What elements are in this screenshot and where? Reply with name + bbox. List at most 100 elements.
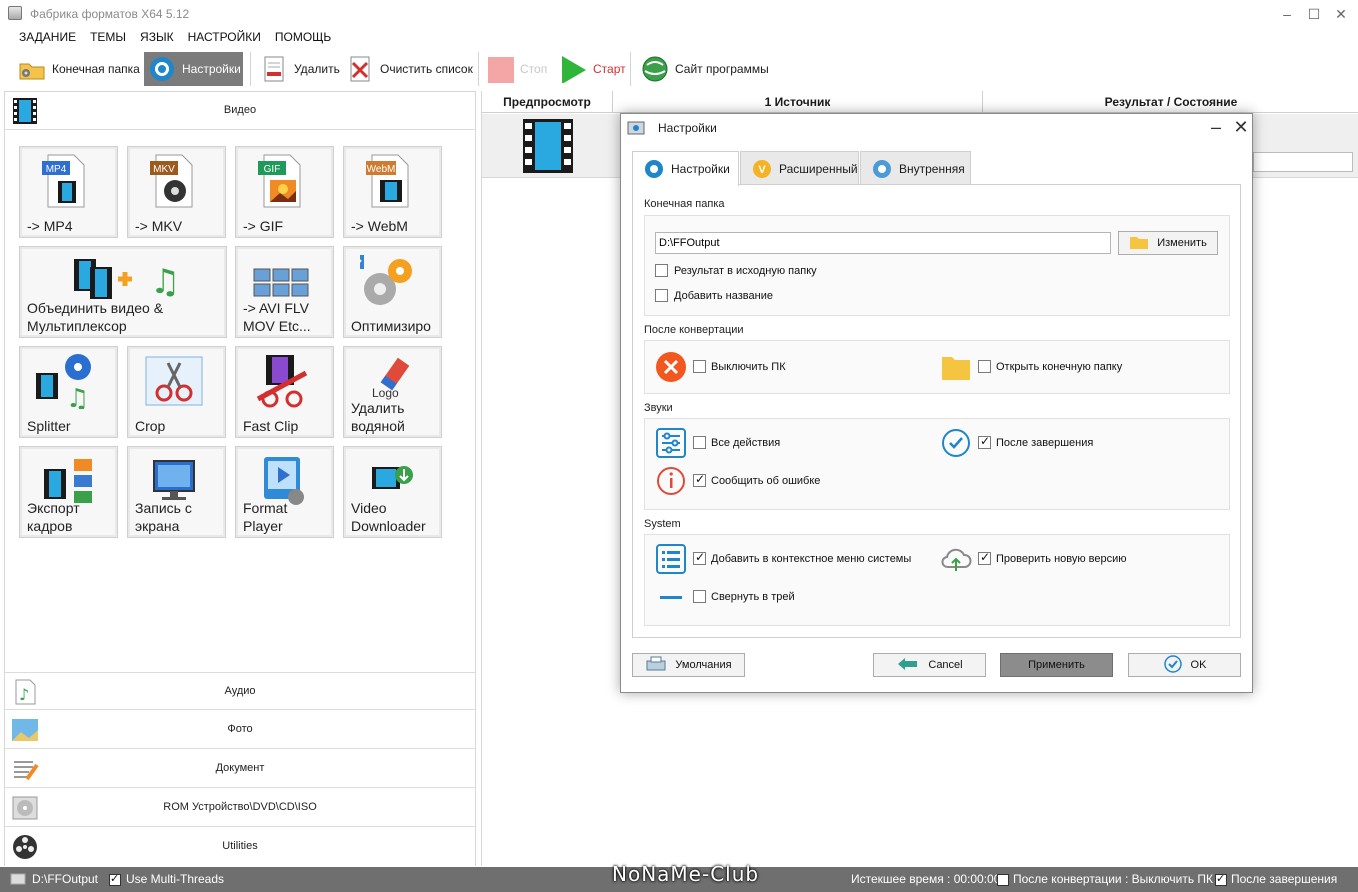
- after-convert-section-title: После конвертации: [644, 324, 744, 336]
- start-button[interactable]: Старт: [555, 52, 630, 86]
- dialog-app-icon: [627, 119, 645, 135]
- shutdown-checkbox[interactable]: [693, 360, 706, 373]
- window-title: Фабрика форматов X64 5.12: [30, 7, 190, 21]
- toolbar-separator: [630, 52, 631, 86]
- output-path-input[interactable]: [655, 232, 1111, 254]
- folder-icon: [1129, 234, 1149, 253]
- tile-fast-clip[interactable]: Fast Clip: [235, 346, 334, 438]
- tile-screen-record[interactable]: Запись с экрана: [127, 446, 226, 538]
- menu-help[interactable]: ПОМОЩЬ: [268, 28, 338, 48]
- folder-icon: [940, 351, 972, 383]
- crop-icon: [144, 353, 204, 409]
- fast-clip-icon: [252, 353, 312, 409]
- category-document[interactable]: Документ: [5, 750, 475, 788]
- tile-export-frames[interactable]: Экспорт кадров: [19, 446, 118, 538]
- tile-optimize[interactable]: Оптимизиро: [343, 246, 442, 338]
- ok-button[interactable]: OK: [1128, 653, 1241, 677]
- add-name-label: Добавить название: [674, 290, 773, 302]
- tile-crop[interactable]: Crop: [127, 346, 226, 438]
- remove-button[interactable]: Удалить: [256, 52, 344, 86]
- to-source-checkbox[interactable]: [655, 264, 668, 277]
- conversion-panel: Видео MP4 -> MP4 MKV -> MKV GIF -> GIF W…: [4, 91, 476, 866]
- dialog-title: Настройки: [658, 121, 717, 135]
- tile-video-downloader[interactable]: Video Downloader: [343, 446, 442, 538]
- error-sound-checkbox[interactable]: [693, 472, 706, 487]
- error-sound-label: Сообщить об ошибке: [711, 475, 821, 487]
- dialog-close-button[interactable]: ✕: [1231, 116, 1251, 138]
- cancel-button[interactable]: Cancel: [873, 653, 986, 677]
- category-audio[interactable]: ♪ Аудио: [5, 672, 475, 710]
- clear-list-button[interactable]: Очистить список: [342, 52, 477, 86]
- category-photo[interactable]: Фото: [5, 711, 475, 749]
- ok-label: OK: [1190, 659, 1207, 671]
- stop-button[interactable]: Стоп: [482, 52, 551, 86]
- cancel-label: Cancel: [928, 659, 963, 671]
- elapsed-time: Истекшее время : 00:00:00: [851, 872, 1001, 886]
- tile-to-mp4[interactable]: MP4 -> MP4: [19, 146, 118, 238]
- multithread-checkbox[interactable]: [109, 872, 121, 887]
- category-video[interactable]: Видео: [5, 92, 475, 130]
- logo-text: Logo: [372, 386, 399, 400]
- optimize-icon: [350, 253, 420, 309]
- tile-label: Format Player: [243, 500, 288, 534]
- tab-settings[interactable]: Настройки: [632, 151, 739, 186]
- menu-language[interactable]: ЯЗЫК: [133, 28, 181, 48]
- tile-label: Fast Clip: [243, 418, 299, 434]
- list-icon: [655, 543, 687, 575]
- add-name-checkbox[interactable]: [655, 289, 668, 302]
- close-window-button[interactable]: ✕: [1330, 4, 1352, 24]
- tile-remove-watermark[interactable]: Logo Удалить водяной: [343, 346, 442, 438]
- minimize-icon: [655, 581, 687, 613]
- defaults-button[interactable]: Умолчания: [632, 653, 745, 677]
- tile-multi-format[interactable]: -> AVI FLV MOV Etc...: [235, 246, 334, 338]
- category-utilities[interactable]: Utilities: [5, 828, 475, 866]
- after-convert-group: Выключить ПК Открыть конечную папку: [644, 340, 1230, 394]
- column-source[interactable]: 1 Источник: [613, 91, 983, 113]
- settings-label: Настройки: [182, 62, 241, 76]
- tile-to-mkv[interactable]: MKV -> MKV: [127, 146, 226, 238]
- category-rom[interactable]: ROM Устройство\DVD\CD\ISO: [5, 789, 475, 827]
- tile-to-webm[interactable]: WebM -> WebM: [343, 146, 442, 238]
- on-complete-checkbox[interactable]: [1215, 872, 1227, 887]
- minimize-button[interactable]: –: [1276, 4, 1298, 24]
- check-update-checkbox[interactable]: [978, 550, 991, 565]
- tile-join-video[interactable]: ♫ Объединить видео & Мультиплексор: [19, 246, 227, 338]
- menu-task[interactable]: ЗАДАНИЕ: [12, 28, 83, 48]
- tile-label: -> WebM: [351, 218, 408, 234]
- column-preview[interactable]: Предпросмотр: [482, 91, 613, 113]
- maximize-button[interactable]: ☐: [1303, 4, 1325, 24]
- complete-sound-checkbox[interactable]: [978, 434, 991, 449]
- toolbar-separator: [250, 52, 251, 86]
- context-menu-checkbox[interactable]: [693, 550, 706, 565]
- apply-button[interactable]: Применить: [1000, 653, 1113, 677]
- all-actions-label: Все действия: [711, 437, 781, 449]
- play-icon: [559, 55, 587, 84]
- settings-button[interactable]: Настройки: [144, 52, 243, 86]
- website-button[interactable]: Сайт программы: [637, 52, 773, 86]
- open-folder-checkbox[interactable]: [978, 360, 991, 373]
- column-result[interactable]: Результат / Состояние: [983, 91, 1358, 113]
- title-bar: Фабрика форматов X64 5.12 – ☐ ✕: [0, 0, 1358, 28]
- tab-advanced[interactable]: V Расширенный: [740, 151, 859, 185]
- dialog-minimize-button[interactable]: –: [1206, 116, 1226, 138]
- output-folder-section-title: Конечная папка: [644, 198, 725, 210]
- tile-to-gif[interactable]: GIF -> GIF: [235, 146, 334, 238]
- shutdown-icon: [655, 351, 687, 383]
- toolbar: Конечная папка Настройки Удалить Очистит…: [0, 48, 1358, 90]
- multithread-label: Use Multi-Threads: [126, 872, 225, 886]
- category-utilities-label: Utilities: [222, 840, 258, 852]
- after-convert-checkbox[interactable]: [997, 873, 1009, 887]
- tab-internal[interactable]: Внутренняя: [860, 151, 971, 185]
- apply-label: Применить: [1028, 659, 1085, 671]
- output-folder-button[interactable]: Конечная папка: [14, 52, 144, 86]
- menu-settings[interactable]: НАСТРОЙКИ: [181, 28, 268, 48]
- all-actions-checkbox[interactable]: [693, 436, 706, 449]
- menu-themes[interactable]: ТЕМЫ: [83, 28, 133, 48]
- tab-settings-label: Настройки: [671, 162, 730, 176]
- change-folder-button[interactable]: Изменить: [1118, 231, 1218, 255]
- start-label: Старт: [593, 62, 626, 76]
- remove-label: Удалить: [294, 62, 340, 76]
- tile-format-player[interactable]: Format Player: [235, 446, 334, 538]
- tray-checkbox[interactable]: [693, 590, 706, 603]
- tile-splitter[interactable]: ♫ Splitter: [19, 346, 118, 438]
